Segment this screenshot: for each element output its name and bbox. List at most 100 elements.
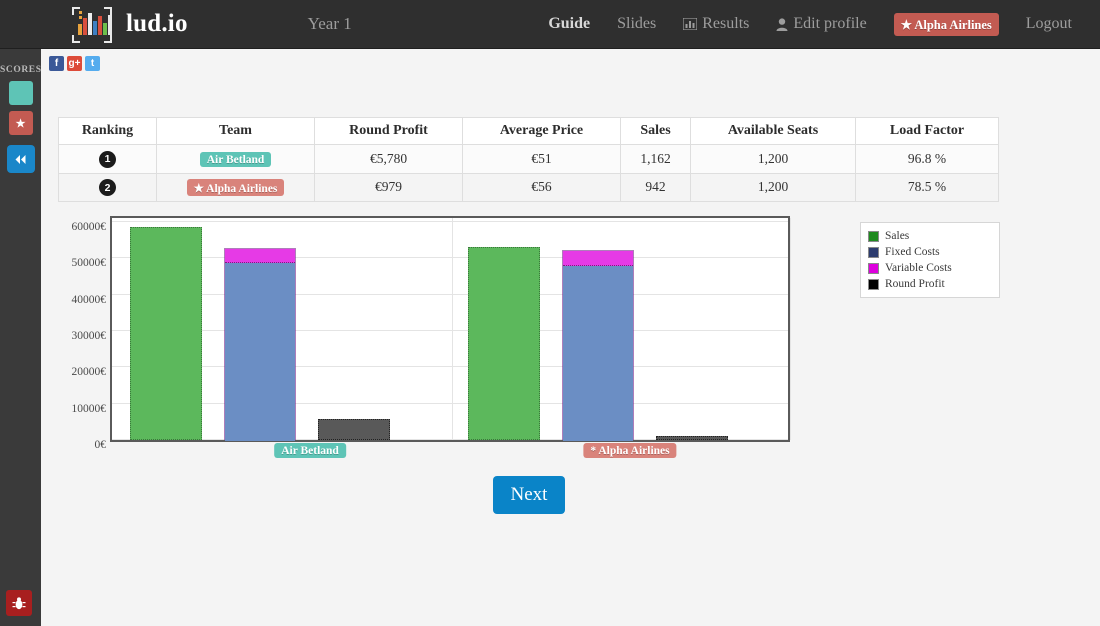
legend-label: Round Profit	[885, 278, 945, 290]
cell-average-price: €51	[462, 144, 621, 174]
column-header-team: Team	[156, 117, 315, 145]
cell-sales: 1,162	[620, 144, 691, 174]
chart-legend: Sales Fixed Costs Variable Costs Round Prof…	[860, 222, 1000, 298]
bar-costs-stacked	[562, 249, 634, 441]
table-header-row: Ranking Team Round Profit Average Price …	[58, 117, 999, 145]
cell-team: Air Betland	[156, 144, 315, 174]
team-score-alpha-airlines[interactable]: ★	[8, 111, 33, 135]
legend-item: Sales	[868, 228, 992, 244]
double-chevron-left-icon[interactable]	[6, 145, 35, 173]
nav-link-guide[interactable]: Guide	[548, 15, 590, 33]
team-score-alpha-airlines-label: ★	[15, 117, 26, 130]
brand-text: lud.io	[126, 10, 188, 37]
nav-link-logout[interactable]: Logout	[1026, 15, 1072, 33]
results-table: Ranking Team Round Profit Average Price …	[58, 117, 999, 202]
legend-item: Variable Costs	[868, 260, 992, 276]
cell-team: ★ Alpha Airlines	[156, 172, 315, 202]
facebook-icon[interactable]: f	[49, 56, 64, 71]
table-row: 1 Air Betland €5,780 €51 1,162 1,200 96.…	[58, 144, 999, 174]
column-header-load-factor: Load Factor	[855, 117, 999, 145]
legend-swatch	[868, 262, 879, 274]
segment-fixed-costs	[225, 263, 295, 441]
chart-x-axis-labels: Air Betland * Alpha Airlines	[110, 441, 790, 465]
nav-link-logout-label: Logout	[1025, 15, 1072, 32]
chart-y-tick-label: 20000€	[71, 366, 107, 379]
cell-round-profit: €5,780	[314, 144, 463, 174]
legend-swatch	[868, 246, 879, 258]
chart-group-separator	[790, 218, 791, 440]
table-row: 2 ★ Alpha Airlines €979 €56 942 1,200 78…	[58, 172, 999, 202]
nav-link-edit-profile-label: Edit profile	[793, 15, 867, 32]
chart-y-axis-labels: 0€ 10000€ 20000€ 30000€ 40000€ 50000€ 60000€	[52, 216, 107, 451]
nav-link-edit-profile[interactable]: Edit profile	[776, 15, 867, 33]
legend-item: Round Profit	[868, 276, 992, 292]
chart-y-tick-label: 0€	[95, 439, 107, 451]
next-button[interactable]: Next	[493, 476, 565, 514]
google-plus-icon[interactable]: g+	[67, 56, 82, 71]
legend-item: Fixed Costs	[868, 244, 992, 260]
chart-x-tick-label: Air Betland	[274, 443, 346, 458]
chart-gridline	[112, 221, 788, 222]
chart-bar-group	[130, 227, 390, 441]
segment-variable-costs	[563, 250, 633, 266]
segment-variable-costs	[225, 249, 295, 264]
current-team-badge[interactable]: ★ Alpha Airlines	[893, 12, 999, 36]
legend-swatch	[868, 230, 879, 242]
cell-available-seats: 1,200	[690, 144, 856, 174]
nav-links: Guide Slides Results Edit profile ★ Alph…	[548, 12, 1072, 36]
cell-load-factor: 96.8 %	[855, 144, 999, 174]
team-score-air-betland[interactable]	[8, 81, 33, 105]
nav-link-slides-label: Slides	[617, 15, 657, 32]
nav-link-slides[interactable]: Slides	[617, 15, 656, 33]
cell-available-seats: 1,200	[690, 172, 856, 202]
cell-ranking: 1	[58, 144, 157, 174]
nav-link-guide-label: Guide	[548, 15, 591, 32]
chart-plot-area	[112, 218, 791, 441]
twitter-icon[interactable]: t	[85, 56, 100, 71]
chart-x-tick-label: * Alpha Airlines	[583, 443, 677, 458]
team-tag: ★ Alpha Airlines	[186, 178, 285, 196]
results-bar-chart	[110, 216, 791, 442]
segment-fixed-costs	[563, 265, 633, 441]
column-header-round-profit: Round Profit	[314, 117, 463, 145]
cell-ranking: 2	[58, 172, 157, 202]
social-share-bar: f g+ t	[49, 56, 100, 71]
column-header-average-price: Average Price	[462, 117, 621, 145]
chart-y-tick-label: 30000€	[71, 330, 107, 342]
brand[interactable]: lud.io	[72, 5, 188, 43]
chart-y-tick-label: 60000€	[71, 221, 107, 233]
legend-label: Variable Costs	[885, 262, 952, 274]
bar-round-profit	[318, 419, 390, 440]
team-tag: Air Betland	[199, 151, 272, 167]
nav-link-results[interactable]: Results	[683, 15, 749, 33]
bar-sales	[130, 227, 202, 440]
scores-sidebar: SCORES ★	[0, 49, 41, 626]
scores-title: SCORES	[0, 65, 42, 75]
cell-load-factor: 78.5 %	[855, 172, 999, 202]
cell-sales: 942	[620, 172, 691, 202]
chart-group-separator	[452, 218, 453, 440]
column-header-sales: Sales	[620, 117, 691, 145]
rank-badge: 1	[99, 150, 116, 168]
nav-year-label: Year 1	[307, 14, 352, 33]
legend-label: Fixed Costs	[885, 246, 940, 258]
rank-badge: 2	[99, 179, 116, 196]
chart-bars-icon	[683, 18, 698, 30]
top-navbar: lud.io Year 1 Guide Slides Results Edit …	[0, 0, 1100, 49]
column-header-available-seats: Available Seats	[690, 117, 856, 145]
bar-sales	[468, 247, 540, 440]
legend-swatch	[868, 278, 879, 290]
nav-link-results-label: Results	[702, 15, 750, 32]
cell-round-profit: €979	[314, 172, 463, 202]
legend-label: Sales	[885, 230, 910, 242]
column-header-ranking: Ranking	[58, 117, 157, 145]
bar-costs-stacked	[224, 248, 296, 441]
cell-average-price: €56	[462, 172, 621, 202]
chart-y-tick-label: 50000€	[71, 257, 107, 270]
chart-y-tick-label: 10000€	[71, 402, 107, 415]
bar-round-profit	[656, 436, 728, 440]
bug-icon[interactable]	[6, 590, 32, 616]
user-icon	[776, 17, 788, 31]
chart-bar-group	[468, 247, 728, 441]
chart-y-tick-label: 40000€	[71, 293, 107, 306]
